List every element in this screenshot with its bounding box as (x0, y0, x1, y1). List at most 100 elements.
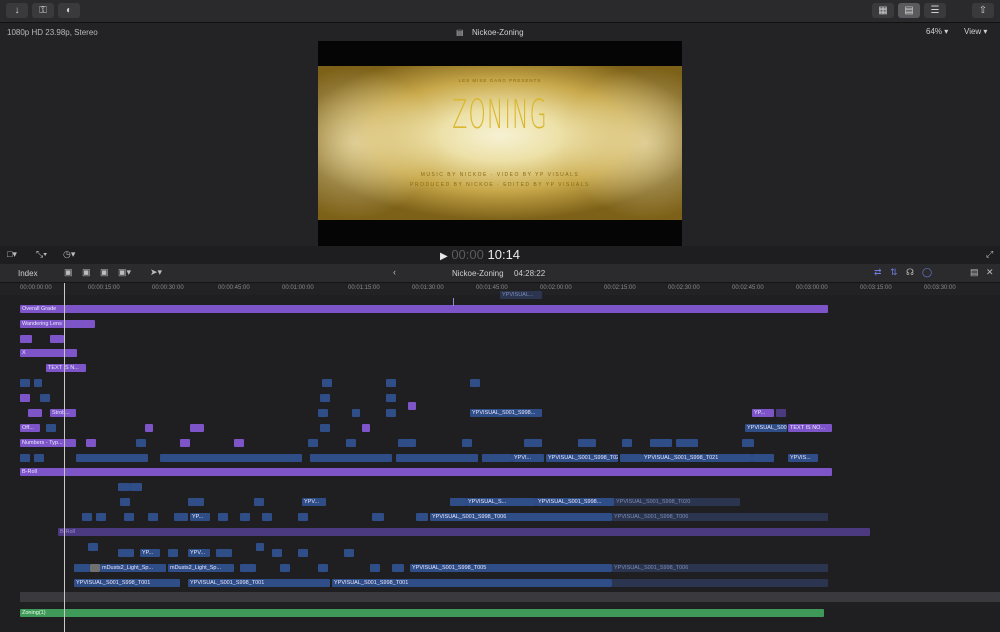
fullscreen-icon[interactable]: ⤢ (986, 249, 993, 260)
timeline-clip[interactable] (174, 513, 188, 521)
timeline-clip[interactable]: TEXT IS NO... (788, 424, 832, 432)
overwrite-clip-icon[interactable]: ▣▾ (118, 267, 131, 278)
timeline-clip[interactable] (234, 439, 244, 447)
skimming-icon[interactable]: ⇄ (874, 267, 882, 278)
transform-menu-icon[interactable]: □▾ (7, 249, 17, 260)
timeline-clip[interactable] (344, 549, 354, 557)
timeline-clip[interactable]: YPVISUAL_S001_S998_T005 (410, 564, 612, 572)
crop-menu-icon[interactable]: ⤡▾ (36, 249, 47, 260)
timeline-clip[interactable] (216, 549, 232, 557)
timecode-display[interactable]: ▶ 00:00 10:14 (440, 247, 560, 263)
timeline-clip[interactable] (524, 439, 542, 447)
timeline-clip[interactable] (262, 513, 272, 521)
timeline-clip[interactable] (320, 424, 330, 432)
timeline-clip[interactable] (82, 513, 92, 521)
zoom-menu[interactable]: 64% ▾ (926, 27, 948, 36)
timeline-clip[interactable] (130, 483, 142, 491)
timeline-clip[interactable]: YPVISUAL_S001_S998... (536, 498, 614, 506)
timeline-clip[interactable]: Overall Grade (20, 305, 828, 313)
timeline-clip[interactable]: X (20, 349, 77, 357)
speed-menu-icon[interactable]: ◷▾ (63, 249, 75, 260)
timeline-clip[interactable] (416, 513, 428, 521)
timeline-clip[interactable] (622, 439, 632, 447)
timeline-clip[interactable] (20, 454, 30, 462)
timeline-clip[interactable] (408, 402, 416, 410)
timeline-clip[interactable]: mDusts2_Light_Sp... (100, 564, 166, 572)
timeline-clip[interactable] (776, 409, 786, 417)
timeline-clip[interactable] (86, 439, 96, 447)
timeline-clip[interactable] (386, 409, 396, 417)
timeline-clip[interactable] (482, 454, 512, 462)
timeline-clip[interactable] (88, 543, 98, 551)
timeline-clip[interactable] (188, 498, 204, 506)
timeline-clip[interactable]: YPV... (188, 549, 210, 557)
skimmer-marker[interactable] (453, 298, 454, 306)
timeline-clip[interactable] (218, 513, 228, 521)
timeline-clip[interactable] (240, 513, 250, 521)
timeline-clip[interactable]: YP... (140, 549, 160, 557)
timeline-clip[interactable] (578, 439, 596, 447)
keywords-button[interactable]: ⚿ (32, 3, 54, 18)
playhead[interactable] (64, 283, 65, 632)
timeline-clip[interactable] (120, 498, 130, 506)
back-chevron-icon[interactable]: ‹ (393, 267, 396, 277)
timeline-clip[interactable]: Wandering Lens (20, 320, 95, 328)
timeline-clip[interactable] (650, 439, 672, 447)
timeline-clip[interactable] (20, 335, 32, 343)
import-button[interactable]: ↓ (6, 3, 28, 18)
timeline-clip[interactable] (148, 513, 158, 521)
timeline-clip[interactable]: Zoning(1) (20, 609, 824, 617)
timeline-clip[interactable] (612, 579, 828, 587)
timeline-clip[interactable]: YPVISUAL_S001_S998_T020 (614, 498, 740, 506)
timeline-clip[interactable]: YPVISUAL_S001_S998_T006 (430, 513, 612, 521)
timeline-clip[interactable] (256, 543, 264, 551)
timeline-clip[interactable] (240, 564, 256, 572)
timeline-clip[interactable]: YPVISUAL_S... (466, 498, 536, 506)
timeline-clip[interactable]: YPV... (302, 498, 326, 506)
insert-clip-icon[interactable]: ▣ (82, 267, 91, 278)
effects-browser-icon[interactable]: ✕ (986, 267, 994, 278)
timeline-clip[interactable]: YPVISUAL_S001_S998_T001 (74, 579, 180, 587)
timeline-clip[interactable] (318, 409, 328, 417)
background-tasks-button[interactable]: ◐ (58, 3, 80, 18)
timeline-clip[interactable]: YPVISUAL_S001_S998... (745, 424, 787, 432)
timeline-clip[interactable] (145, 424, 153, 432)
timeline-clip[interactable] (470, 379, 480, 387)
timeline-clip[interactable]: YPVISUAL_S001_S998_T021 (642, 454, 752, 462)
timeline-clip[interactable] (124, 513, 134, 521)
timeline-clip[interactable] (346, 439, 356, 447)
timeline-clip[interactable] (298, 513, 308, 521)
timeline-clip[interactable] (34, 454, 44, 462)
timeline-clip[interactable]: Strob... (50, 409, 76, 417)
timeline-clip[interactable] (372, 513, 384, 521)
video-frame[interactable]: LES MISE GANG PRESENTS ZONING MUSIC BY N… (318, 66, 682, 220)
timeline-clip[interactable] (76, 454, 148, 462)
audio-skimming-icon[interactable]: ⇅ (890, 267, 898, 278)
timeline-clip[interactable] (398, 439, 416, 447)
timeline-clip[interactable] (20, 394, 30, 402)
timeline-clip[interactable] (90, 564, 100, 572)
timeline-clip[interactable] (352, 409, 360, 417)
timeline-clip[interactable] (160, 454, 302, 462)
timeline-clip[interactable] (462, 439, 472, 447)
timeline-clip[interactable] (308, 439, 318, 447)
index-button[interactable]: Index (18, 269, 38, 278)
timeline-clip[interactable] (168, 549, 178, 557)
timeline-clip[interactable] (322, 379, 332, 387)
select-tool-icon[interactable]: ➤▾ (150, 267, 162, 278)
timeline-clip[interactable] (136, 439, 146, 447)
play-icon[interactable]: ▶ (440, 251, 448, 262)
timeline-clip[interactable]: Numbers - Typ... (20, 439, 76, 447)
view-menu[interactable]: View ▾ (964, 27, 987, 36)
timeline-clip[interactable] (272, 549, 282, 557)
append-clip-icon[interactable]: ▣ (100, 267, 109, 278)
libraries-layout-button[interactable]: ▦ (872, 3, 894, 18)
timeline-clip[interactable] (50, 335, 64, 343)
timeline-clip[interactable]: Off... (20, 424, 40, 432)
snapping-icon[interactable]: ◯ (922, 267, 932, 278)
timeline-clip[interactable] (386, 394, 396, 402)
timeline-clip[interactable] (450, 498, 466, 506)
timeline-clip[interactable]: YPVISUAL_S001_S998... (470, 409, 542, 417)
timeline-clip[interactable]: YPVISUAL_S001_S998_T021 (546, 454, 618, 462)
timeline-clip[interactable]: YPVI... (512, 454, 544, 462)
